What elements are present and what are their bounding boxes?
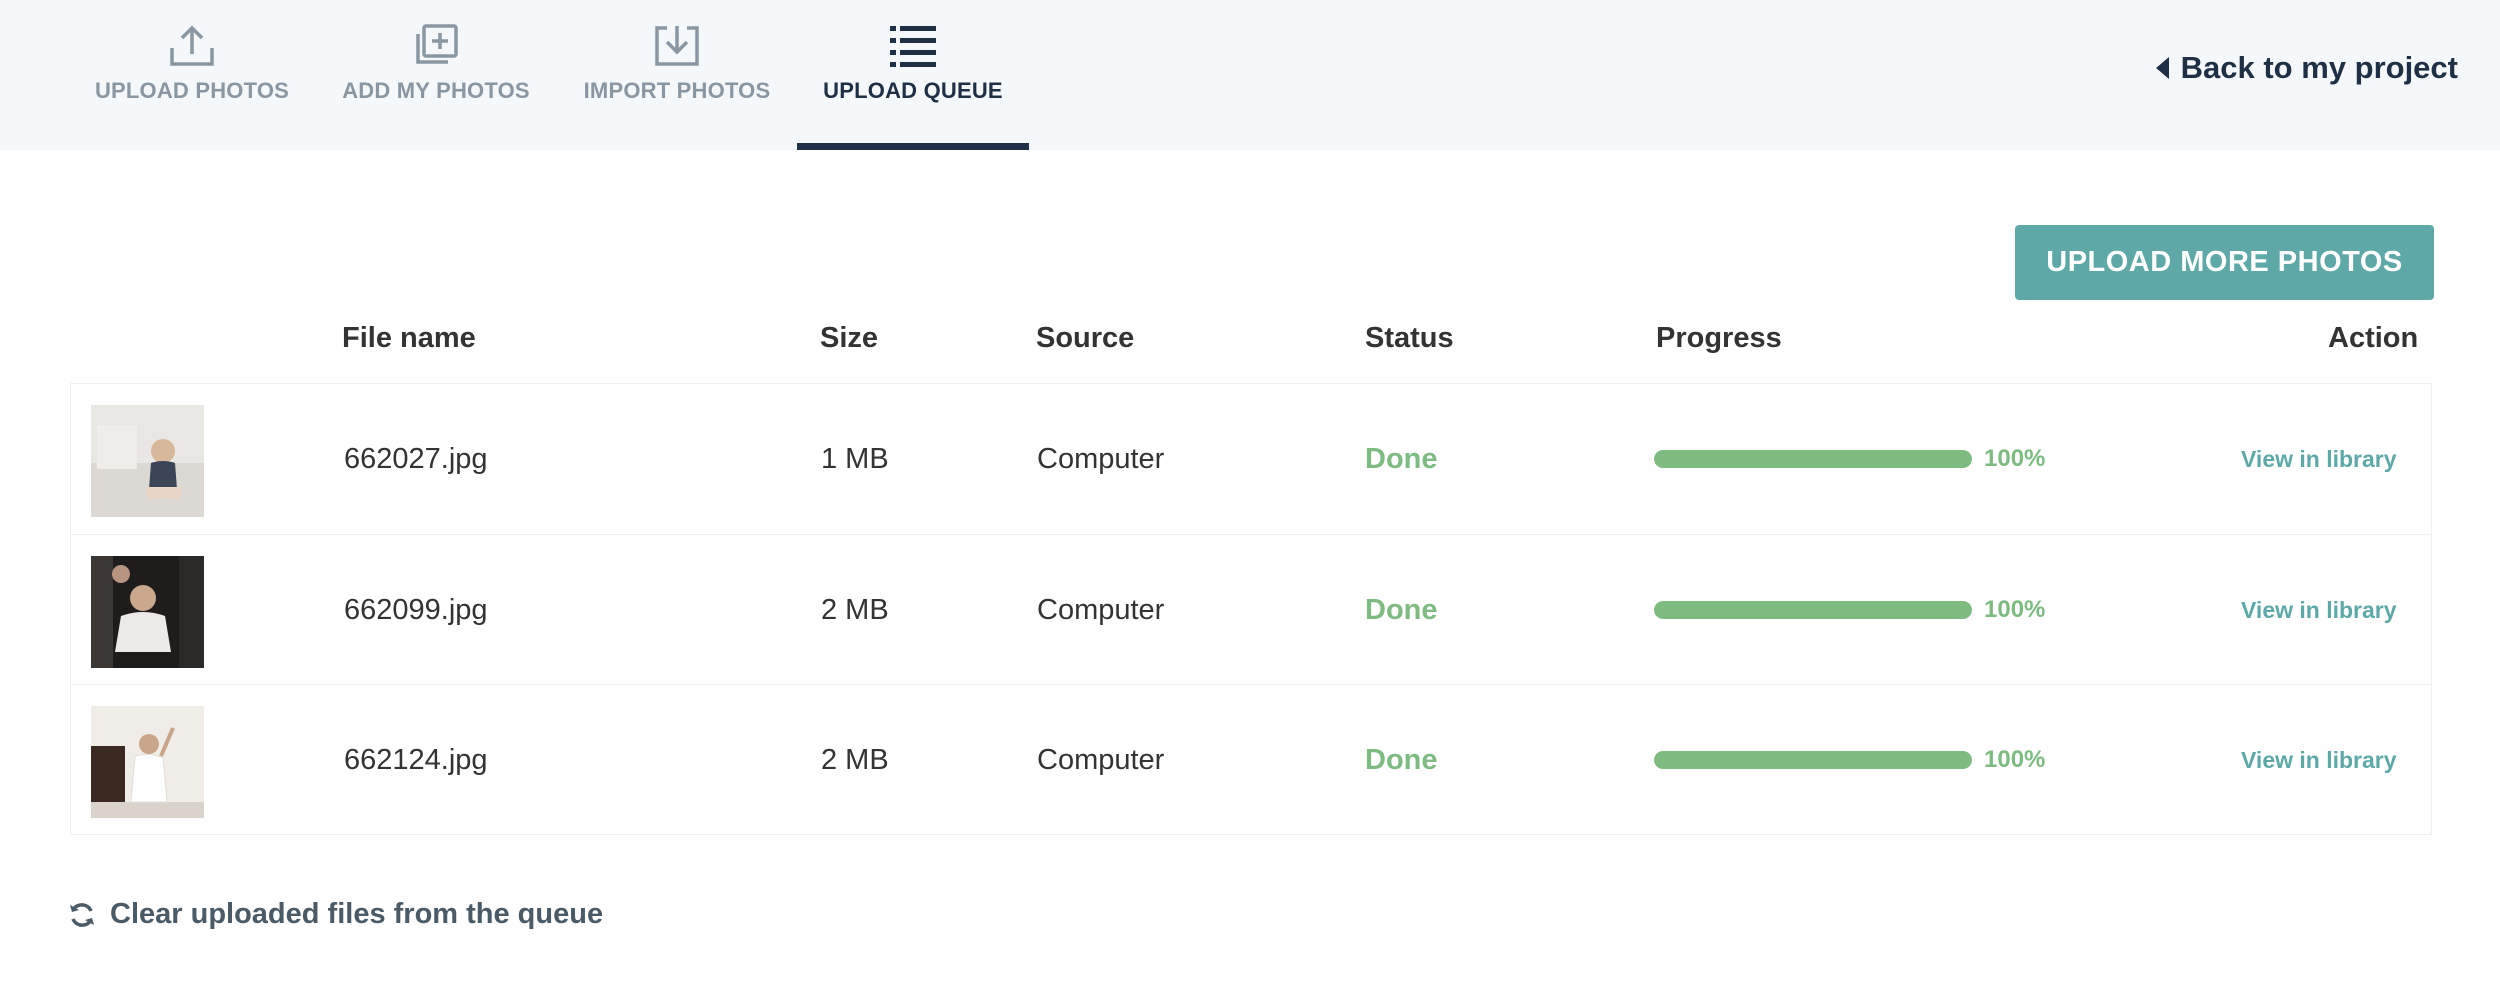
progress-fill [1654,601,1972,619]
tab-upload-queue[interactable]: UPLOAD QUEUE [813,0,1013,150]
file-name: 662099.jpg [344,593,488,626]
status-badge: Done [1365,743,1438,776]
file-size: 1 MB [821,442,889,475]
view-in-library-link[interactable]: View in library [2241,384,2397,534]
progress-bar [1654,751,1972,769]
table-row: 662099.jpg 2 MB Computer Done 100% View … [71,534,2431,685]
photo-thumbnail [91,405,204,517]
file-name: 662027.jpg [344,442,488,475]
add-photos-icon [416,24,458,64]
tab-label: IMPORT PHOTOS [583,78,771,103]
column-header-action[interactable]: Action [2328,322,2418,355]
tab-add-my-photos[interactable]: ADD MY PHOTOS [336,0,536,150]
view-in-library-link[interactable]: View in library [2241,535,2397,685]
photo-thumbnail [91,706,204,818]
file-size: 2 MB [821,743,889,776]
progress-percent: 100% [1984,445,2046,472]
clear-queue-link[interactable]: Clear uploaded files from the queue [68,898,603,931]
upload-icon [170,25,214,66]
progress-fill [1654,751,1972,769]
upload-more-photos-button[interactable]: UPLOAD MORE PHOTOS [2015,225,2434,300]
import-icon [655,26,699,66]
tab-label: UPLOAD PHOTOS [94,78,290,103]
column-header-file-name[interactable]: File name [342,322,476,355]
file-source: Computer [1037,442,1165,475]
photo-thumbnail [91,556,204,668]
status-badge: Done [1365,442,1438,475]
list-icon [890,26,936,67]
file-size: 2 MB [821,593,889,626]
file-source: Computer [1037,593,1165,626]
table-row: 662027.jpg 1 MB Computer Done 100% View … [71,384,2431,534]
caret-left-icon [2155,57,2169,79]
tab-label: ADD MY PHOTOS [342,78,530,103]
back-to-project-link[interactable]: Back to my project [2155,50,2458,86]
tab-upload-photos[interactable]: UPLOAD PHOTOS [92,0,292,150]
back-link-label: Back to my project [2180,50,2458,85]
progress-fill [1654,450,1972,468]
status-badge: Done [1365,593,1438,626]
top-nav: UPLOAD PHOTOS ADD MY PHOTOS IMPORT PHOTO… [0,0,2500,150]
progress-bar [1654,450,1972,468]
table-row: 662124.jpg 2 MB Computer Done 100% View … [71,684,2431,835]
refresh-icon [70,902,94,927]
column-header-source[interactable]: Source [1036,322,1134,355]
progress-percent: 100% [1984,746,2046,773]
file-source: Computer [1037,743,1165,776]
tab-import-photos[interactable]: IMPORT PHOTOS [577,0,777,150]
tab-label: UPLOAD QUEUE [823,78,1003,103]
progress-percent: 100% [1984,596,2046,623]
active-tab-indicator [797,143,1029,150]
clear-queue-label: Clear uploaded files from the queue [110,898,604,930]
view-in-library-link[interactable]: View in library [2241,685,2397,835]
upload-queue-table: 662027.jpg 1 MB Computer Done 100% View … [70,383,2432,835]
progress-bar [1654,601,1972,619]
column-header-size[interactable]: Size [820,322,878,355]
file-name: 662124.jpg [344,743,488,776]
column-header-status[interactable]: Status [1365,322,1454,355]
column-header-progress[interactable]: Progress [1656,322,1782,355]
